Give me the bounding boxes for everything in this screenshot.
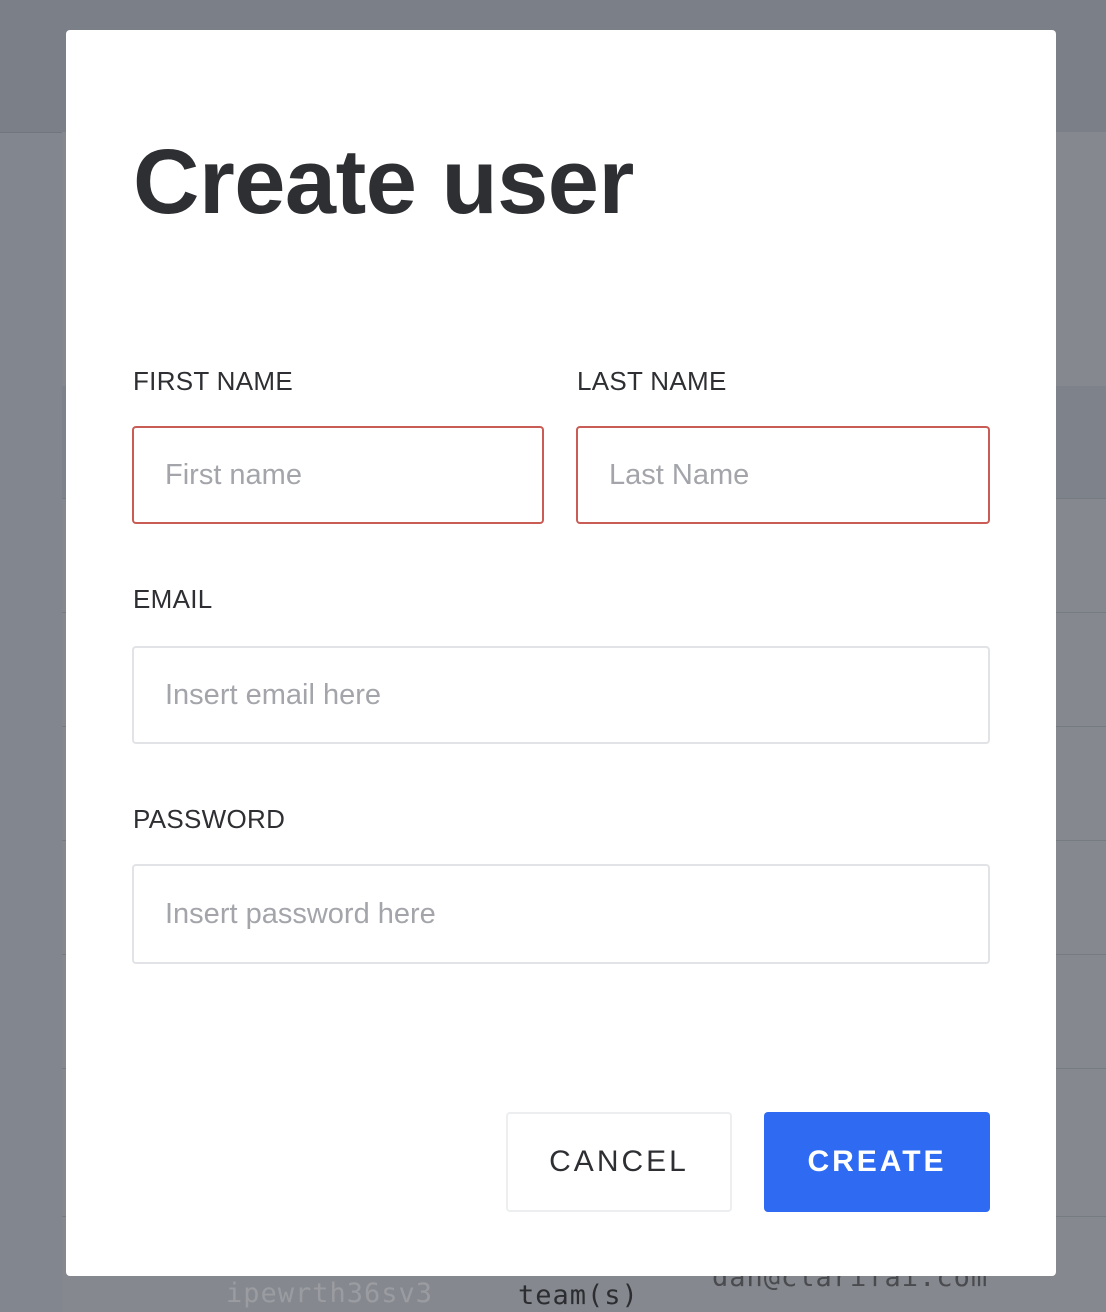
create-user-dialog: Create user FIRST NAME LAST NAME EMAIL P… xyxy=(66,30,1056,1276)
password-input[interactable] xyxy=(132,864,990,964)
dialog-title: Create user xyxy=(133,131,634,233)
email-input[interactable] xyxy=(132,646,990,744)
first-name-input[interactable] xyxy=(132,426,544,524)
first-name-label: FIRST NAME xyxy=(133,366,293,396)
create-button[interactable]: CREATE xyxy=(764,1112,990,1212)
background-user-team: team(s) xyxy=(518,1280,639,1311)
email-label: EMAIL xyxy=(133,584,213,614)
last-name-label: LAST NAME xyxy=(577,366,727,396)
background-user-id: ipewrth36sv3 xyxy=(226,1278,434,1309)
last-name-input[interactable] xyxy=(576,426,990,524)
password-label: PASSWORD xyxy=(133,804,286,834)
cancel-button[interactable]: CANCEL xyxy=(506,1112,732,1212)
